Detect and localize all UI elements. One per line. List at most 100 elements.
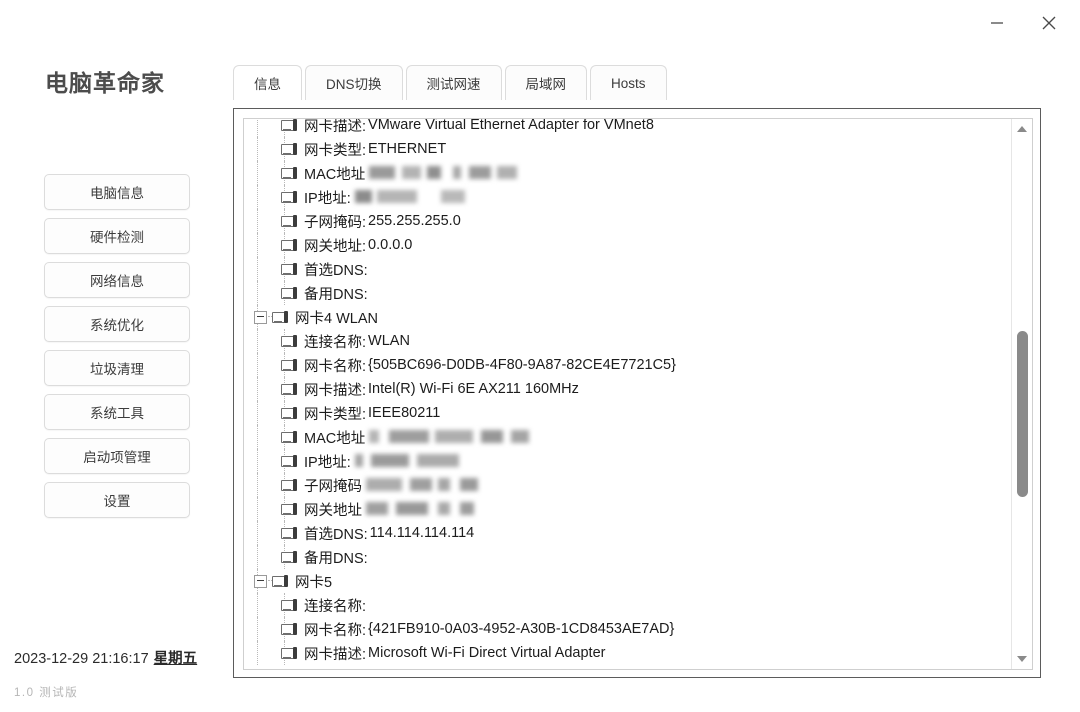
tree-group-row[interactable]: 网卡4 WLAN	[244, 305, 1011, 329]
tree-row[interactable]: 网卡类型: ETHERNET	[244, 137, 1011, 161]
tree-collapse-icon[interactable]	[254, 574, 267, 588]
network-adapter-icon	[281, 622, 298, 636]
tree-row[interactable]: MAC地址	[244, 425, 1011, 449]
sidebar-item-2[interactable]: 网络信息	[44, 262, 190, 298]
tree-guide-line	[257, 185, 259, 209]
tree-row-label: 连接名称:	[304, 334, 367, 351]
tree-row[interactable]: 网关地址	[244, 497, 1011, 521]
tree-row[interactable]: IP地址:	[244, 185, 1011, 209]
tree-guide-line	[257, 593, 259, 617]
tree-guide-line	[257, 425, 259, 449]
network-adapter-icon	[281, 142, 298, 156]
tree-row-label: 首选DNS:	[304, 526, 368, 543]
tree-row-label: 网卡4 WLAN	[295, 310, 378, 327]
tree-row[interactable]: 网关地址: 0.0.0.0	[244, 233, 1011, 257]
tree-row[interactable]: 网卡名称: {505BC696-D0DB-4F80-9A87-82CE4E7721…	[244, 353, 1011, 377]
network-adapter-icon	[281, 214, 298, 228]
tab-label: Hosts	[611, 75, 646, 91]
version-build: 测试版	[39, 687, 79, 699]
tree-row-label: 网卡名称:	[304, 358, 367, 375]
status-datetime-value: 2023-12-29 21:16:17	[14, 651, 149, 667]
tree-row-value: {421FB910-0A03-4952-A30B-1CD8453AE7AD}	[368, 621, 675, 637]
tab-3[interactable]: 局域网	[504, 65, 588, 100]
tree-row-label: 网卡描述:	[304, 119, 367, 135]
network-adapter-icon	[281, 526, 298, 540]
tree-row-label: 首选DNS:	[304, 262, 368, 279]
sidebar-item-label: 设置	[103, 494, 131, 509]
sidebar-item-label: 系统工具	[90, 406, 144, 421]
network-adapter-icon	[272, 574, 289, 588]
tree-vertical-scrollbar[interactable]	[1011, 119, 1032, 669]
tree-row-label: 网卡5	[295, 574, 333, 591]
sidebar-item-5[interactable]: 系统工具	[44, 394, 190, 430]
tree-row[interactable]: 首选DNS:	[244, 257, 1011, 281]
scrollbar-thumb[interactable]	[1017, 331, 1028, 497]
tree-row[interactable]: 网卡描述: Microsoft Wi-Fi Direct Virtual Adap…	[244, 641, 1011, 665]
sidebar-item-label: 系统优化	[90, 318, 144, 333]
redacted-value	[354, 189, 465, 203]
tree-row-value: Microsoft Wi-Fi Direct Virtual Adapter	[368, 645, 606, 661]
tree-row-value: 0.0.0.0	[368, 237, 413, 253]
network-info-tree[interactable]: 网卡描述: VMware Virtual Ethernet Adapter for…	[243, 118, 1033, 670]
sidebar-item-label: 网络信息	[90, 274, 144, 289]
tree-row[interactable]: IP地址:	[244, 449, 1011, 473]
tree-row[interactable]: 子网掩码: 255.255.255.0	[244, 209, 1011, 233]
tree-row[interactable]: 连接名称:	[244, 593, 1011, 617]
tree-row-label: 子网掩码:	[304, 214, 367, 231]
tree-row[interactable]: 网卡类型: IEEE80211	[244, 401, 1011, 425]
tree-group-row[interactable]: 网卡5	[244, 569, 1011, 593]
close-button[interactable]	[1036, 10, 1062, 36]
sidebar: 电脑革命家 电脑信息 硬件检测 网络信息 系统优化 垃圾清理 系统工具 启动项管理 设置 20…	[0, 0, 228, 712]
sidebar-item-6[interactable]: 启动项管理	[44, 438, 190, 474]
sidebar-nav: 电脑信息硬件检测网络信息系统优化垃圾清理系统工具启动项管理设置	[44, 174, 190, 526]
close-icon	[1042, 16, 1056, 30]
tab-4[interactable]: Hosts	[590, 65, 667, 100]
network-adapter-icon	[281, 286, 298, 300]
status-weekday: 星期五	[153, 651, 198, 667]
tree-row[interactable]: 备用DNS:	[244, 545, 1011, 569]
tree-row[interactable]: MAC地址	[244, 161, 1011, 185]
network-adapter-icon	[281, 598, 298, 612]
network-adapter-icon	[281, 502, 298, 516]
tree-row-value: {505BC696-D0DB-4F80-9A87-82CE4E7721C5}	[368, 357, 676, 373]
network-adapter-icon	[281, 454, 298, 468]
content-panel: 网卡描述: VMware Virtual Ethernet Adapter for…	[233, 108, 1041, 678]
tree-row[interactable]: 首选DNS: 114.114.114.114	[244, 521, 1011, 545]
tab-0[interactable]: 信息	[233, 65, 302, 100]
scroll-down-button[interactable]	[1012, 650, 1032, 668]
tree-guide-line	[257, 329, 259, 353]
tree-rows: 网卡描述: VMware Virtual Ethernet Adapter for…	[244, 119, 1011, 665]
sidebar-item-7[interactable]: 设置	[44, 482, 190, 518]
sidebar-item-1[interactable]: 硬件检测	[44, 218, 190, 254]
triangle-down-icon	[1017, 656, 1027, 662]
tab-label: 信息	[254, 77, 281, 92]
sidebar-item-4[interactable]: 垃圾清理	[44, 350, 190, 386]
scroll-up-button[interactable]	[1012, 120, 1032, 138]
sidebar-item-label: 垃圾清理	[90, 362, 144, 377]
network-adapter-icon	[281, 358, 298, 372]
sidebar-item-label: 启动项管理	[83, 450, 151, 465]
tree-row-value: IEEE80211	[368, 405, 441, 421]
tree-row[interactable]: 网卡名称: {421FB910-0A03-4952-A30B-1CD8453AE7…	[244, 617, 1011, 641]
tab-2[interactable]: 测试网速	[405, 65, 502, 100]
tree-guide-line	[257, 257, 259, 281]
tree-guide-line	[257, 353, 259, 377]
tree-row-label: 备用DNS:	[304, 550, 368, 567]
tree-row[interactable]: 子网掩码	[244, 473, 1011, 497]
network-adapter-icon	[281, 262, 298, 276]
tree-row-value: VMware Virtual Ethernet Adapter for VMne…	[368, 119, 654, 133]
minimize-button[interactable]	[984, 10, 1010, 36]
sidebar-item-0[interactable]: 电脑信息	[44, 174, 190, 210]
tree-row-value: ETHERNET	[368, 141, 447, 157]
tree-row[interactable]: 连接名称: WLAN	[244, 329, 1011, 353]
sidebar-item-3[interactable]: 系统优化	[44, 306, 190, 342]
tree-row[interactable]: 网卡描述: Intel(R) Wi-Fi 6E AX211 160MHz	[244, 377, 1011, 401]
tree-row-label: 子网掩码	[304, 478, 362, 495]
tree-row-label: 网卡类型:	[304, 406, 367, 423]
tree-row[interactable]: 备用DNS:	[244, 281, 1011, 305]
tree-collapse-icon[interactable]	[254, 310, 267, 324]
tree-guide-line	[257, 449, 259, 473]
tree-guide-line	[257, 617, 259, 641]
tab-1[interactable]: DNS切换	[305, 65, 403, 100]
tree-row[interactable]: 网卡描述: VMware Virtual Ethernet Adapter for…	[244, 119, 1011, 137]
